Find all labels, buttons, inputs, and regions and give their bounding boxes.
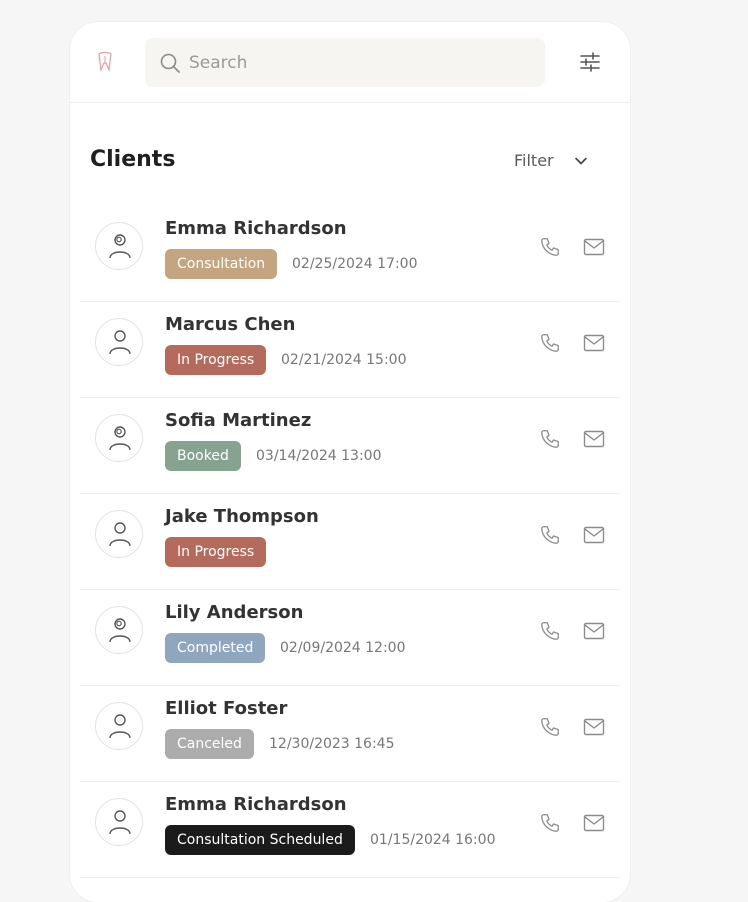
phone-icon[interactable]: [539, 716, 561, 738]
client-name: Emma Richardson: [165, 218, 347, 239]
avatar: [95, 414, 143, 462]
status-badge: Completed: [165, 633, 266, 663]
clients-panel: Clients Filter Emma Richardson Consultati…: [70, 22, 630, 902]
client-name: Sofia Martinez: [165, 410, 312, 431]
phone-icon[interactable]: [539, 620, 561, 642]
search-box[interactable]: [145, 38, 545, 87]
client-name: Lily Anderson: [165, 602, 304, 623]
search-input[interactable]: [189, 38, 529, 87]
client-row[interactable]: Jake Thompson In Progress: [80, 494, 620, 590]
status-badge: Consultation Scheduled: [165, 825, 355, 855]
phone-icon[interactable]: [539, 332, 561, 354]
client-name: Emma Richardson: [165, 794, 347, 815]
sliders-icon[interactable]: [578, 50, 602, 74]
avatar: [95, 702, 143, 750]
appointment-date: 02/09/2024 12:00: [280, 640, 406, 656]
logo-icon: [96, 51, 114, 73]
status-badge: Booked: [165, 441, 241, 471]
filter-label: Filter: [514, 150, 554, 170]
status-badge: In Progress: [165, 345, 267, 375]
appointment-date: 12/30/2023 16:45: [269, 736, 395, 752]
avatar: [95, 798, 143, 846]
mail-icon[interactable]: [583, 526, 605, 544]
appointment-date: 02/21/2024 15:00: [281, 352, 407, 368]
client-row[interactable]: Sofia Martinez Booked 03/14/2024 13:00: [80, 398, 620, 494]
avatar: [95, 318, 143, 366]
status-badge: Consultation: [165, 249, 278, 279]
search-icon: [159, 52, 181, 74]
avatar: [95, 222, 143, 270]
mail-icon[interactable]: [583, 814, 605, 832]
status-badge: In Progress: [165, 537, 267, 567]
appointment-date: 01/15/2024 16:00: [370, 832, 496, 848]
client-row[interactable]: Marcus Chen In Progress 02/21/2024 15:00: [80, 302, 620, 398]
phone-icon[interactable]: [539, 428, 561, 450]
client-row[interactable]: Emma Richardson Consultation 02/25/2024 17…: [80, 206, 620, 302]
mail-icon[interactable]: [583, 622, 605, 640]
mail-icon[interactable]: [583, 238, 605, 256]
client-row[interactable]: Elliot Foster Canceled 12/30/2023 16:45: [80, 686, 620, 782]
appointment-date: 02/25/2024 17:00: [292, 256, 418, 272]
client-row[interactable]: Emma Richardson Consultation Scheduled 01/…: [80, 782, 620, 878]
chevron-down-icon: [574, 153, 588, 167]
phone-icon[interactable]: [539, 812, 561, 834]
client-name: Elliot Foster: [165, 698, 288, 719]
status-badge: Canceled: [165, 729, 254, 759]
filter-dropdown[interactable]: Filter: [514, 148, 588, 172]
appointment-date: 03/14/2024 13:00: [256, 448, 382, 464]
page-title: Clients: [90, 147, 176, 172]
client-list: Emma Richardson Consultation 02/25/2024 17…: [80, 206, 620, 878]
mail-icon[interactable]: [583, 430, 605, 448]
phone-icon[interactable]: [539, 236, 561, 258]
client-name: Jake Thompson: [165, 506, 319, 527]
client-row[interactable]: Lily Anderson Completed 02/09/2024 12:00: [80, 590, 620, 686]
top-bar: [70, 22, 630, 103]
avatar: [95, 606, 143, 654]
mail-icon[interactable]: [583, 334, 605, 352]
phone-icon[interactable]: [539, 524, 561, 546]
mail-icon[interactable]: [583, 718, 605, 736]
client-name: Marcus Chen: [165, 314, 296, 335]
avatar: [95, 510, 143, 558]
